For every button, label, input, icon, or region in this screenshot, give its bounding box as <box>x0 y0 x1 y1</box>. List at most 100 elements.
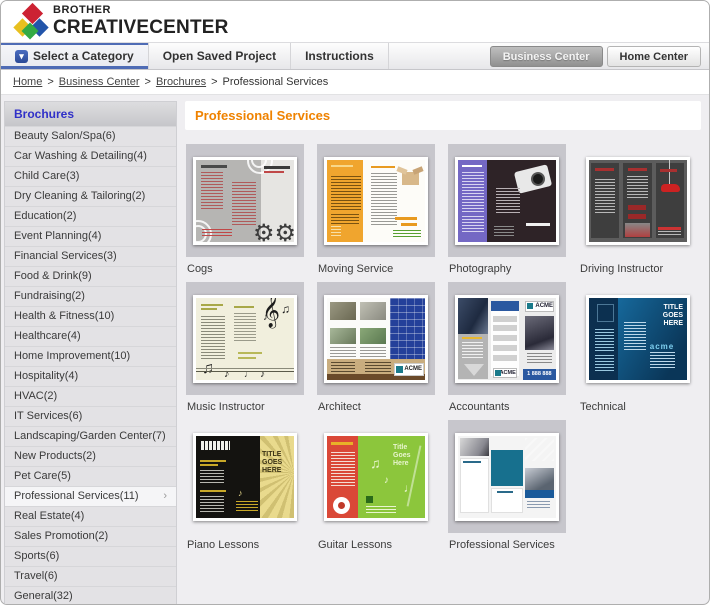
text-lines <box>331 176 361 210</box>
sidebar-item-sales-promotion[interactable]: Sales Promotion(2) <box>5 526 176 546</box>
box-flap <box>412 166 423 174</box>
text-lines <box>595 179 616 213</box>
music-note-icon: ♫ <box>370 455 381 471</box>
tab-instructions[interactable]: Instructions <box>291 43 389 69</box>
photo-block <box>360 328 386 344</box>
caption-bar <box>497 491 513 493</box>
sidebar-item-travel[interactable]: Travel(6) <box>5 566 176 586</box>
sidebar-item-it-services[interactable]: IT Services(6) <box>5 406 176 426</box>
acme-logo-text: ACME <box>404 366 422 372</box>
tab-select-a-category[interactable]: ▾ Select a Category <box>1 43 149 69</box>
breadcrumb-brochures-link[interactable]: Brochures <box>156 76 206 88</box>
sidebar-item-home-improvement[interactable]: Home Improvement(10) <box>5 346 176 366</box>
text-lines <box>650 352 675 370</box>
brochure-art <box>458 160 556 242</box>
template-card-music-instructor[interactable]: 𝄞 ♫ ♪ ♫ ♪ ♩ ♪ Music I <box>186 282 304 415</box>
text-lines <box>595 329 615 351</box>
text-lines <box>234 313 256 343</box>
template-label: Cogs <box>186 257 304 277</box>
sidebar-item-professional-services[interactable]: Professional Services(11) › <box>5 486 176 506</box>
brochure-preview <box>324 157 428 245</box>
sidebar-item-food-drink[interactable]: Food & Drink(9) <box>5 266 176 286</box>
sidebar-item-health-fitness[interactable]: Health & Fitness(10) <box>5 306 176 326</box>
sidebar-item-hvac[interactable]: HVAC(2) <box>5 386 176 406</box>
sidebar-item-child-care[interactable]: Child Care(3) <box>5 166 176 186</box>
sidebar-item-hospitality[interactable]: Hospitality(4) <box>5 366 176 386</box>
template-card-piano-lessons[interactable]: TITLE GOES HERE ♪ Piano Lessons <box>186 420 304 553</box>
template-card-cogs[interactable]: ⚙⚙ Cogs <box>186 144 304 277</box>
heading-bar <box>200 464 218 466</box>
text-lines <box>462 216 484 234</box>
list-bar <box>493 345 517 351</box>
button-bar <box>628 214 646 219</box>
photo-block <box>330 328 356 344</box>
sidebar-item-label: Car Washing & Detailing(4) <box>14 150 147 162</box>
template-label: Photography <box>448 257 566 277</box>
sidebar-item-label: General(32) <box>14 590 73 602</box>
heading-bar <box>395 217 417 220</box>
list-bar <box>493 325 517 331</box>
main-panel: Professional Services ⚙⚙ <box>185 101 701 553</box>
photo-block <box>360 302 386 320</box>
breadcrumb-home-link[interactable]: Home <box>13 76 42 88</box>
heading-bar <box>264 166 290 169</box>
content: Brochures Beauty Salon/Spa(6) Car Washin… <box>1 95 709 605</box>
text-lines <box>527 501 551 509</box>
sidebar-item-fundraising[interactable]: Fundraising(2) <box>5 286 176 306</box>
sidebar-item-financial-services[interactable]: Financial Services(3) <box>5 246 176 266</box>
desk-photo <box>460 438 489 456</box>
sidebar-item-healthcare[interactable]: Healthcare(4) <box>5 326 176 346</box>
sidebar-item-landscaping-garden-center[interactable]: Landscaping/Garden Center(7) <box>5 426 176 446</box>
sidebar-title: Brochures <box>5 102 176 126</box>
sidebar-item-label: Financial Services(3) <box>14 250 117 262</box>
text-lines <box>331 452 355 488</box>
template-label: Piano Lessons <box>186 533 304 553</box>
sidebar-item-label: Child Care(3) <box>14 170 79 182</box>
sidebar-item-pet-care[interactable]: Pet Care(5) <box>5 466 176 486</box>
sidebar-item-new-products[interactable]: New Products(2) <box>5 446 176 466</box>
template-card-guitar-lessons[interactable]: Title Goes Here ♫ ♪ ♩ Guitar Lessons <box>317 420 435 553</box>
car-icon <box>661 184 681 192</box>
tab-label: Instructions <box>305 49 374 63</box>
text-lines <box>331 226 341 238</box>
template-card-driving-instructor[interactable]: Driving Instructor <box>579 144 697 277</box>
template-thumbnail <box>448 144 566 257</box>
sidebar-item-car-washing-detailing[interactable]: Car Washing & Detailing(4) <box>5 146 176 166</box>
template-card-technical[interactable]: TITLE GOES HERE acme Technical <box>579 282 697 415</box>
center-switch: Business Center Home Center <box>490 46 701 67</box>
text-lines <box>624 322 646 352</box>
tab-open-saved-project[interactable]: Open Saved Project <box>149 43 291 69</box>
template-card-professional-services[interactable]: Professional Services <box>448 420 566 553</box>
logo-square <box>366 496 373 503</box>
sidebar-item-sports[interactable]: Sports(6) <box>5 546 176 566</box>
template-card-photography[interactable]: Photography <box>448 144 566 277</box>
tab-bar: ▾ Select a Category Open Saved Project I… <box>1 42 709 70</box>
template-card-accountants[interactable]: ACME ACME 1 888 888 8888 Accountants <box>448 282 566 415</box>
sidebar-item-event-planning[interactable]: Event Planning(4) <box>5 226 176 246</box>
sidebar-item-dry-cleaning-tailoring[interactable]: Dry Cleaning & Tailoring(2) <box>5 186 176 206</box>
tab-label: Open Saved Project <box>163 49 276 63</box>
template-card-architect[interactable]: ACME Architect <box>317 282 435 415</box>
template-thumbnail: TITLE GOES HERE ♪ <box>186 420 304 533</box>
brochure-preview: Title Goes Here ♫ ♪ ♩ <box>324 433 428 521</box>
home-center-button[interactable]: Home Center <box>607 46 701 67</box>
breadcrumb-business-center-link[interactable]: Business Center <box>59 76 140 88</box>
sidebar-item-label: IT Services(6) <box>14 410 82 422</box>
brochure-preview <box>586 157 690 245</box>
button-bar <box>628 205 646 210</box>
music-note-icon: ♪ <box>238 488 243 498</box>
heading-bar <box>201 308 217 310</box>
heading-bar <box>238 352 262 354</box>
brochure-art: ACME <box>327 298 425 380</box>
sidebar-item-real-estate[interactable]: Real Estate(4) <box>5 506 176 526</box>
monitor-outline <box>597 304 615 322</box>
business-center-button[interactable]: Business Center <box>490 46 603 67</box>
brochure-art <box>458 436 556 518</box>
sidebar-item-education[interactable]: Education(2) <box>5 206 176 226</box>
sidebar-item-beauty-salon-spa[interactable]: Beauty Salon/Spa(6) <box>5 126 176 146</box>
template-label: Music Instructor <box>186 395 304 415</box>
sidebar-item-general[interactable]: General(32) <box>5 586 176 605</box>
acme-logo-text: ACME <box>535 303 553 309</box>
template-card-moving-service[interactable]: Moving Service <box>317 144 435 277</box>
breadcrumb-separator: > <box>211 76 217 88</box>
